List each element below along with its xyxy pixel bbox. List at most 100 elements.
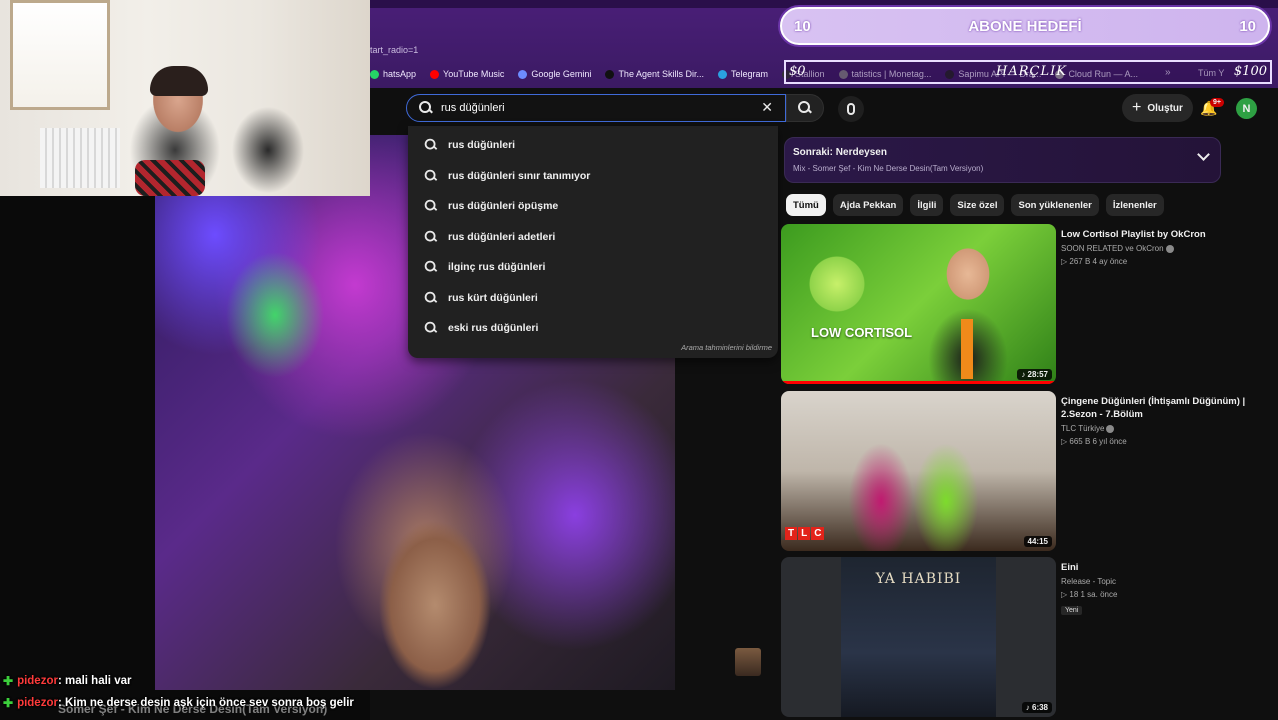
search-icon (798, 101, 812, 115)
donation-current: $0 (789, 64, 806, 79)
voice-search-button[interactable] (838, 96, 864, 122)
donation-title: HARÇLIK (996, 64, 1067, 79)
bookmark-item[interactable]: The Agent Skills Dir... (605, 69, 704, 79)
video-title[interactable]: Çingene Düğünleri (İhtişamlı Düğünüm) | … (1061, 395, 1251, 421)
search-button[interactable] (786, 94, 824, 122)
chat-message: ✚ pidezor: Kim ne derse desin aşk için ön… (0, 692, 760, 714)
create-button[interactable]: + Oluştur (1122, 94, 1193, 122)
suggestion-label: rus kürt düğünleri (448, 291, 538, 304)
channel-line[interactable]: SOON RELATED ve OkCron (1061, 244, 1251, 253)
goal-target: 10 (1239, 18, 1256, 35)
search-icon (424, 169, 438, 182)
new-badge: Yeni (1061, 606, 1083, 615)
chevron-down-icon[interactable] (1197, 148, 1210, 161)
url-text: tart_radio=1 (370, 45, 419, 55)
thumb-text: YA HABIBI (875, 571, 962, 587)
search-suggestions: rus düğünleri rus düğünleri sınır tanımıy… (408, 126, 778, 358)
bookmark-icon (430, 69, 440, 79)
chat-text: : mali hali var (57, 675, 132, 687)
chat-username: pidezor (17, 697, 58, 709)
tlc-logo-letter: L (798, 527, 811, 540)
video-stats: ▷ 18 1 sa. önce (1061, 590, 1118, 599)
duration-badge: ♪ 6:38 (1021, 702, 1052, 713)
video-meta: Çingene Düğünleri (İhtişamlı Düğünüm) | … (1061, 395, 1251, 446)
duration-badge: 44:15 (1023, 536, 1052, 547)
up-next-panel[interactable]: Sonraki: Nerdeysen Mix - Somer Şef - Kim… (784, 137, 1221, 183)
goal-title: ABONE HEDEFİ (968, 18, 1082, 35)
verified-icon (1165, 244, 1174, 253)
video-thumbnail[interactable]: YA HABIBI ♪ 6:38 (781, 557, 1056, 717)
video-thumbnail[interactable]: LOW CORTISOL ♪ 28:57 (781, 224, 1056, 384)
video-title[interactable]: Low Cortisol Playlist by OkCron (1061, 228, 1251, 241)
bookmark-icon (370, 69, 379, 79)
suggestion-item[interactable]: rus kürt düğünleri (408, 283, 778, 314)
suggestion-item[interactable]: ilginç rus düğünleri (408, 252, 778, 283)
tlc-logo-letter: T (785, 527, 798, 540)
chat-message: ✚ pidezor: mali hali var (0, 670, 760, 692)
bookmark-item[interactable]: hatsApp (370, 69, 416, 79)
close-icon[interactable]: ✕ (761, 99, 773, 116)
video-thumbnail[interactable]: T L C 44:15 (781, 391, 1056, 551)
bookmark-label: Google Gemini (531, 69, 592, 79)
filter-chip[interactable]: Ajda Pekkan (832, 194, 904, 216)
suggestion-label: eski rus düğünleri (448, 322, 539, 335)
channel-name[interactable]: Release - Topic (1061, 577, 1251, 586)
bookmark-item[interactable]: YouTube Music (430, 69, 504, 79)
filter-chip[interactable]: Son yüklenenler (1011, 194, 1099, 216)
tlc-logo-letter: C (811, 527, 825, 540)
filter-chip[interactable]: İzlenenler (1105, 194, 1164, 216)
notification-badge: 9+ (1210, 98, 1224, 107)
chat-text: : Kim ne derse desin aşk için önce sev s… (57, 697, 354, 709)
suggestion-label: rus düğünleri sınır tanımıyor (448, 169, 591, 182)
search-box[interactable]: ✕ (406, 94, 786, 122)
up-next-subtitle: Mix - Somer Şef - Kim Ne Derse Desin(Tam… (793, 164, 984, 173)
moderator-badge-icon: ✚ (3, 696, 14, 710)
suggestion-item[interactable]: eski rus düğünleri (408, 313, 778, 344)
filter-chip[interactable]: İlgili (910, 194, 944, 216)
video-stats: ▷ 665 B 6 yıl önce (1061, 437, 1127, 446)
create-label: Oluştur (1147, 102, 1183, 114)
moderator-badge-icon: ✚ (3, 674, 14, 688)
search-icon (424, 291, 438, 304)
thumb-tie (961, 319, 973, 379)
video-meta: Eini Release - Topic ▷ 18 1 sa. önce Yen… (1061, 561, 1251, 617)
bookmark-label: YouTube Music (443, 69, 505, 79)
filter-chip[interactable]: Size özel (950, 194, 1005, 216)
chat-overlay: ✚ pidezor: mali hali var ✚ pidezor: Kim ne … (0, 670, 760, 714)
filter-chips: Tümü Ajda Pekkan İlgili Size özel Son yüklen… (786, 194, 1164, 216)
search-icon (419, 101, 433, 115)
screen: tart_radio=1 hatsApp YouTube Music Google … (0, 0, 1278, 720)
suggestion-label: rus düğünleri (448, 139, 516, 152)
bookmark-item[interactable]: Telegram (717, 69, 768, 79)
webcam-person-hair (150, 66, 208, 96)
bookmark-icon (518, 69, 528, 79)
suggestion-item[interactable]: rus düğünleri adetleri (408, 222, 778, 253)
webcam-overlay (0, 0, 370, 196)
suggestion-label: rus düğünleri adetleri (448, 230, 556, 243)
filter-chip[interactable]: Tümü (786, 194, 826, 216)
suggestion-item[interactable]: rus düğünleri (408, 130, 778, 161)
suggestion-list: rus düğünleri rus düğünleri sınır tanımıy… (408, 126, 778, 344)
thumb-text: LOW CORTISOL (811, 325, 913, 340)
up-next-title: Sonraki: Nerdeysen (793, 147, 887, 158)
donation-target: $100 (1233, 64, 1267, 79)
chat-username: pidezor (17, 675, 58, 687)
report-predictions-link[interactable]: Arama tahminlerini bildirme (681, 343, 772, 352)
bookmark-icon (717, 69, 727, 79)
bookmark-icon (605, 69, 615, 79)
suggestion-item[interactable]: rus düğünleri sınır tanımıyor (408, 161, 778, 192)
video-title[interactable]: Eini (1061, 561, 1251, 574)
search-input[interactable] (441, 96, 741, 120)
video-stats: ▷ 267 B 4 ay önce (1061, 257, 1128, 266)
channel-line[interactable]: TLC Türkiye (1061, 424, 1251, 433)
suggestion-label: ilginç rus düğünleri (448, 261, 546, 274)
suggestion-item[interactable]: rus düğünleri öpüşme (408, 191, 778, 222)
avatar[interactable]: N (1236, 98, 1257, 119)
search-icon (424, 260, 438, 274)
bookmark-label: Telegram (730, 69, 768, 79)
search-icon (424, 230, 438, 243)
video-meta: Low Cortisol Playlist by OkCron SOON REL… (1061, 228, 1251, 266)
bookmark-label: hatsApp (383, 69, 417, 79)
tlc-logo: T L C (785, 527, 825, 540)
bookmark-item[interactable]: Google Gemini (518, 69, 591, 79)
